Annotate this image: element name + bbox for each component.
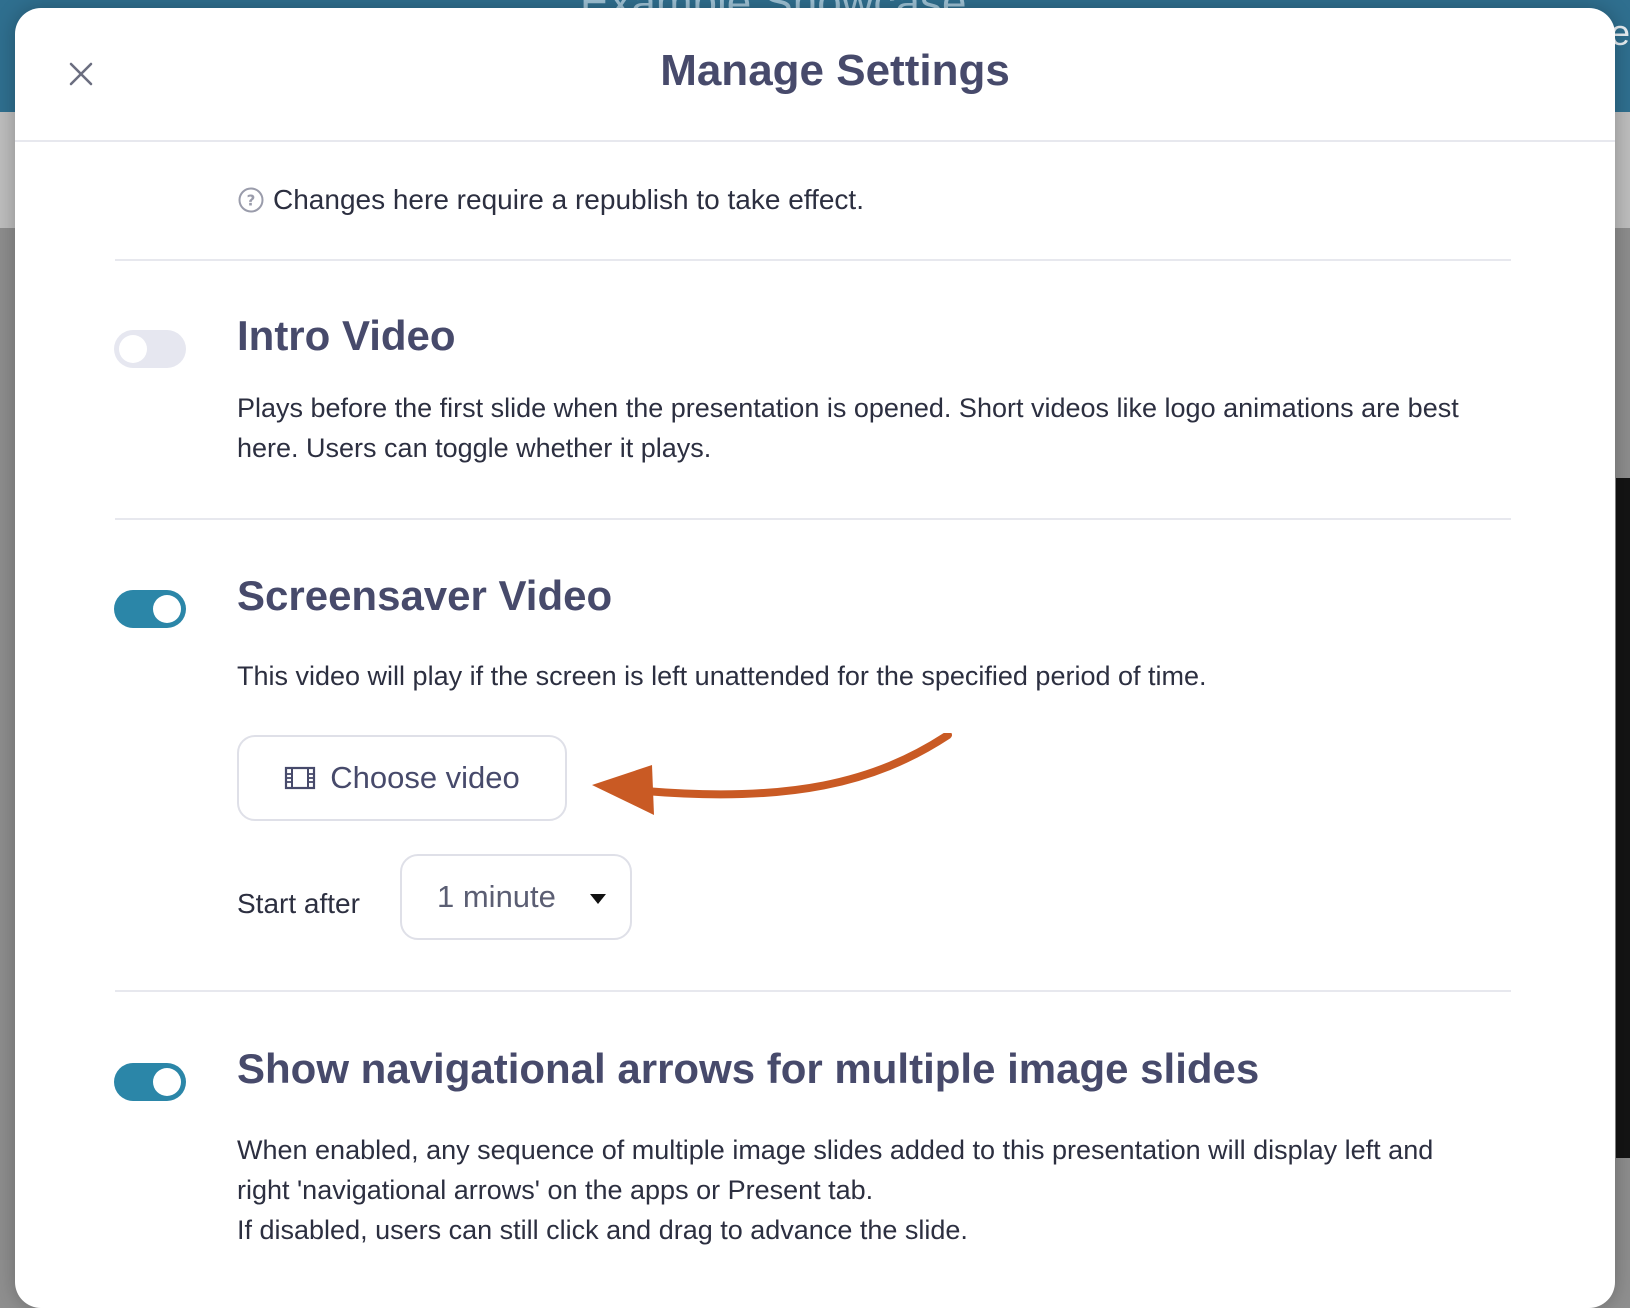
start-after-value: 1 minute (437, 879, 556, 914)
film-icon (285, 766, 316, 790)
divider (115, 518, 1511, 520)
choose-video-button[interactable]: Choose video (237, 735, 567, 821)
svg-text:?: ? (247, 192, 256, 210)
notice-text: Changes here require a republish to take… (273, 184, 864, 215)
start-after-label: Start after (237, 888, 360, 919)
modal-header: Manage Settings (15, 8, 1615, 142)
toggle-knob (119, 335, 147, 363)
toggle-knob (153, 1068, 181, 1096)
nav-arrows-description-line2: If disabled, users can still click and d… (237, 1215, 968, 1245)
question-circle-icon: ? (238, 187, 264, 213)
choose-video-label: Choose video (330, 760, 520, 795)
annotation-arrow-icon (592, 733, 952, 815)
app-side-strip (1616, 478, 1630, 1158)
screensaver-video-title: Screensaver Video (237, 572, 613, 619)
intro-video-description: Plays before the first slide when the pr… (237, 393, 1459, 463)
start-after-select[interactable]: 1 minute (400, 854, 632, 940)
nav-arrows-description-line1: When enabled, any sequence of multiple i… (237, 1135, 1434, 1205)
divider (115, 259, 1511, 261)
intro-video-toggle[interactable] (114, 330, 186, 368)
screensaver-video-description: This video will play if the screen is le… (237, 661, 1207, 691)
intro-video-title: Intro Video (237, 312, 456, 359)
caret-down-icon (590, 894, 606, 904)
divider (115, 990, 1511, 992)
republish-notice: ? Changes here require a republish to ta… (237, 184, 864, 216)
modal-title: Manage Settings (660, 46, 1010, 95)
nav-arrows-description: When enabled, any sequence of multiple i… (237, 1130, 1467, 1250)
nav-arrows-toggle[interactable] (114, 1063, 186, 1101)
toggle-knob (153, 595, 181, 623)
nav-arrows-title: Show navigational arrows for multiple im… (237, 1045, 1260, 1092)
manage-settings-modal: Manage Settings ? Changes here require a… (15, 8, 1615, 1308)
screensaver-video-toggle[interactable] (114, 590, 186, 628)
